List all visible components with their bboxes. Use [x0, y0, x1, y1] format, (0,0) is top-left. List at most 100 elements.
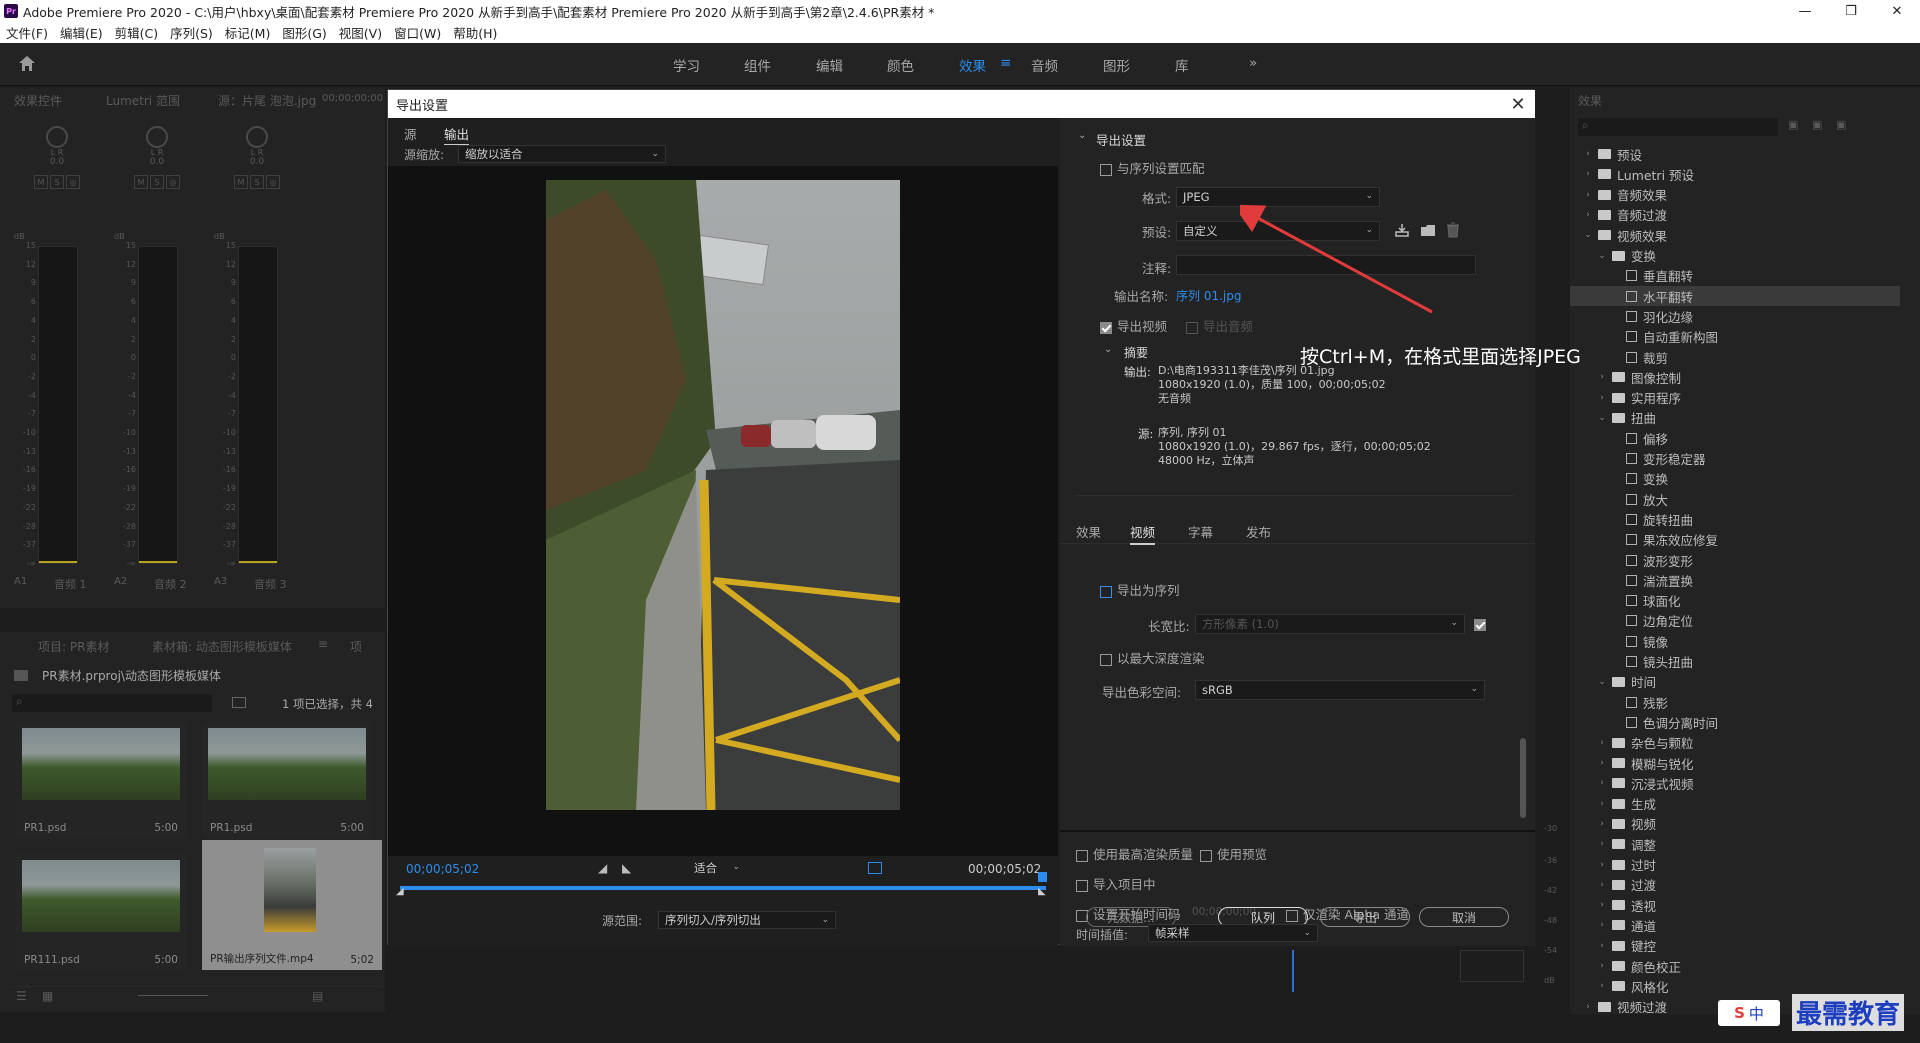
source-scale-dropdown[interactable]: 缩放以适合 ⌄: [458, 145, 666, 163]
effects-item[interactable]: 羽化边缘: [1570, 306, 1693, 326]
playhead-handle[interactable]: [1038, 872, 1047, 882]
32bit-effects-icon[interactable]: ▣: [1812, 118, 1822, 131]
workspace-editing[interactable]: 编辑: [816, 55, 843, 75]
record-button[interactable]: ◎: [66, 175, 80, 189]
menu-window[interactable]: 窗口(W): [394, 23, 441, 42]
colorspace-dropdown[interactable]: sRGB ⌄: [1195, 680, 1485, 700]
chevron-icon[interactable]: ›: [1582, 190, 1594, 200]
effects-item[interactable]: 自动重新构图: [1570, 327, 1718, 347]
effects-folder[interactable]: › Lumetri 预设: [1570, 164, 1694, 184]
tab-bin[interactable]: 素材箱: 动态图形模板媒体: [152, 638, 292, 655]
chevron-icon[interactable]: ›: [1596, 839, 1608, 849]
new-item-icon[interactable]: ▤: [312, 989, 323, 1003]
close-window-button[interactable]: ✕: [1874, 0, 1920, 22]
chevron-icon[interactable]: ›: [1582, 210, 1594, 220]
tab-publish[interactable]: 发布: [1246, 522, 1271, 541]
chevron-icon[interactable]: ›: [1582, 149, 1594, 159]
chevron-icon[interactable]: ⌄: [1582, 230, 1594, 240]
effects-folder[interactable]: ⌄ 变换: [1570, 246, 1656, 266]
effects-item[interactable]: 垂直翻转: [1570, 266, 1693, 286]
workspace-more-icon[interactable]: »: [1249, 55, 1257, 71]
cancel-button[interactable]: 取消: [1419, 907, 1509, 927]
effects-folder[interactable]: › 音频效果: [1570, 185, 1667, 205]
chevron-icon[interactable]: ›: [1596, 941, 1608, 951]
zoom-slider[interactable]: [138, 995, 208, 996]
chevron-icon[interactable]: ›: [1596, 799, 1608, 809]
effects-item[interactable]: 边角定位: [1570, 611, 1693, 631]
menu-graphics[interactable]: 图形(G): [282, 23, 326, 42]
effects-folder[interactable]: › 生成: [1570, 794, 1656, 814]
effects-item[interactable]: 残影: [1570, 692, 1668, 712]
workspace-learn[interactable]: 学习: [673, 55, 700, 75]
mute-button[interactable]: M: [34, 175, 48, 189]
effects-folder[interactable]: › 键控: [1570, 936, 1656, 956]
effects-item[interactable]: 色调分离时间: [1570, 712, 1718, 732]
effects-item[interactable]: 果冻效应修复: [1570, 530, 1718, 550]
out-point-icon[interactable]: ◣: [1038, 886, 1046, 897]
match-sequence-checkbox[interactable]: 与序列设置匹配: [1100, 158, 1205, 177]
home-icon[interactable]: [18, 55, 36, 72]
effects-folder[interactable]: ⌄ 时间: [1570, 672, 1656, 692]
aspect-toggle-icon[interactable]: [868, 862, 882, 874]
project-item[interactable]: PR1.psd 5:00: [16, 722, 186, 838]
effects-folder[interactable]: › 颜色校正: [1570, 956, 1681, 976]
tab-effects[interactable]: 效果: [1076, 522, 1101, 541]
effects-folder[interactable]: › 过渡: [1570, 875, 1656, 895]
effects-folder[interactable]: ⌄ 视频效果: [1570, 225, 1667, 245]
effects-item[interactable]: 水平翻转: [1570, 286, 1900, 307]
effects-folder[interactable]: › 过时: [1570, 855, 1656, 875]
chevron-icon[interactable]: ›: [1596, 758, 1608, 768]
workspace-effects[interactable]: 效果: [959, 55, 986, 75]
chevron-icon[interactable]: ›: [1596, 738, 1608, 748]
effects-item[interactable]: 偏移: [1570, 428, 1668, 448]
menu-sequence[interactable]: 序列(S): [170, 23, 213, 42]
tab-more[interactable]: 项: [350, 638, 362, 655]
pan-knob[interactable]: [46, 126, 68, 148]
export-button[interactable]: 导出: [1320, 907, 1410, 927]
in-point-icon[interactable]: ◢: [396, 886, 404, 897]
menu-view[interactable]: 视图(V): [339, 23, 382, 42]
tab-menu-icon[interactable]: ≡: [318, 637, 328, 651]
tab-source[interactable]: 源: [404, 124, 417, 143]
chevron-icon[interactable]: ⌄: [1596, 677, 1608, 687]
effects-folder[interactable]: › 预设: [1570, 144, 1642, 164]
workspace-audio[interactable]: 音频: [1031, 55, 1058, 75]
max-quality-checkbox[interactable]: 使用最高渲染质量: [1076, 844, 1193, 863]
effects-folder[interactable]: › 沉浸式视频: [1570, 773, 1693, 793]
timeline-scrubber[interactable]: [400, 886, 1046, 890]
chevron-icon[interactable]: ›: [1596, 860, 1608, 870]
effects-item[interactable]: 放大: [1570, 489, 1668, 509]
solo-button[interactable]: S: [150, 175, 164, 189]
new-bin-icon[interactable]: [232, 697, 246, 708]
chevron-icon[interactable]: ›: [1596, 819, 1608, 829]
menu-edit[interactable]: 编辑(E): [60, 23, 103, 42]
dialog-close-button[interactable]: ✕: [1507, 93, 1529, 115]
chevron-icon[interactable]: ›: [1596, 880, 1608, 890]
chevron-icon[interactable]: ›: [1596, 372, 1608, 382]
fit-dropdown[interactable]: 适合 ⌄: [688, 859, 746, 877]
tab-effect-controls[interactable]: 效果控件: [14, 92, 62, 109]
project-item[interactable]: PR111.psd 5:00: [16, 854, 186, 970]
effects-folder[interactable]: › 图像控制: [1570, 367, 1681, 387]
effects-folder[interactable]: › 视频过渡: [1570, 997, 1667, 1017]
mark-in-icon[interactable]: ◢: [598, 861, 607, 875]
chevron-icon[interactable]: ⌄: [1596, 413, 1608, 423]
settings-scrollbar[interactable]: [1520, 738, 1526, 818]
yuv-effects-icon[interactable]: ▣: [1836, 118, 1846, 131]
effects-item[interactable]: 变换: [1570, 469, 1668, 489]
effects-folder[interactable]: ⌄ 扭曲: [1570, 408, 1656, 428]
source-range-dropdown[interactable]: 序列切入/序列切出 ⌄: [658, 911, 836, 929]
chevron-icon[interactable]: ›: [1596, 900, 1608, 910]
export-video-checkbox[interactable]: 导出视频: [1100, 316, 1167, 335]
tab-captions[interactable]: 字幕: [1188, 522, 1213, 541]
mark-out-icon[interactable]: ◣: [622, 861, 631, 875]
effects-item[interactable]: 波形变形: [1570, 550, 1693, 570]
tab-lumetri-scopes[interactable]: Lumetri 范围: [106, 92, 180, 109]
timeline-playhead[interactable]: [1292, 950, 1294, 992]
tab-project[interactable]: 项目: PR素材: [38, 638, 109, 655]
pan-knob[interactable]: [146, 126, 168, 148]
max-depth-checkbox[interactable]: 以最大深度渲染: [1100, 648, 1205, 667]
chevron-down-icon[interactable]: ⌄: [1104, 344, 1112, 355]
effects-folder[interactable]: › 杂色与颗粒: [1570, 733, 1693, 753]
solo-button[interactable]: S: [250, 175, 264, 189]
